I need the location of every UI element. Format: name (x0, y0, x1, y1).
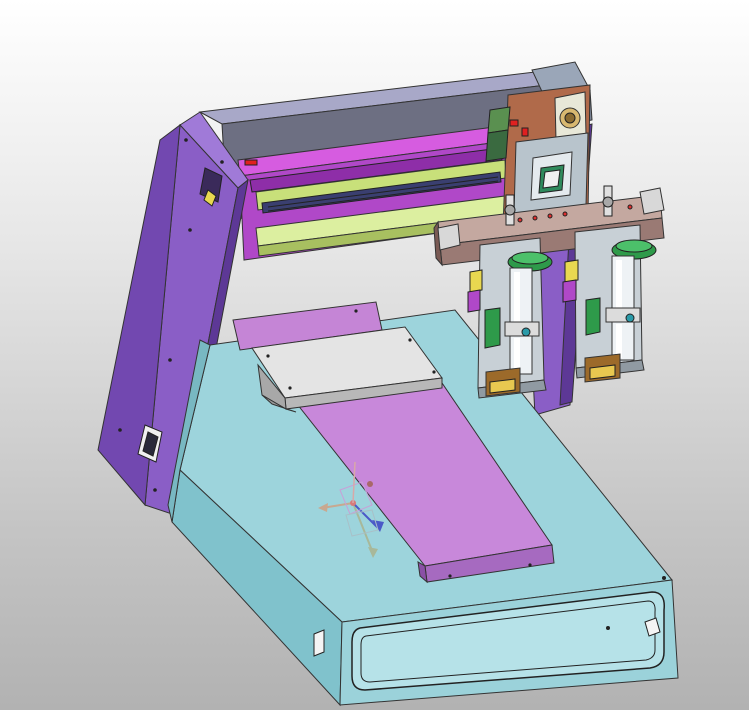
z-slide-block[interactable] (513, 132, 589, 215)
nozzle-base-left[interactable] (485, 367, 521, 397)
machine-3d-model[interactable] (0, 0, 749, 710)
side-slot (313, 629, 325, 657)
nozzle-base-right[interactable] (584, 353, 621, 383)
nozzle-module-right[interactable] (562, 224, 657, 383)
cad-viewport[interactable] (0, 0, 749, 710)
nozzle-module-left[interactable] (467, 237, 553, 399)
cable-chain (485, 106, 511, 162)
